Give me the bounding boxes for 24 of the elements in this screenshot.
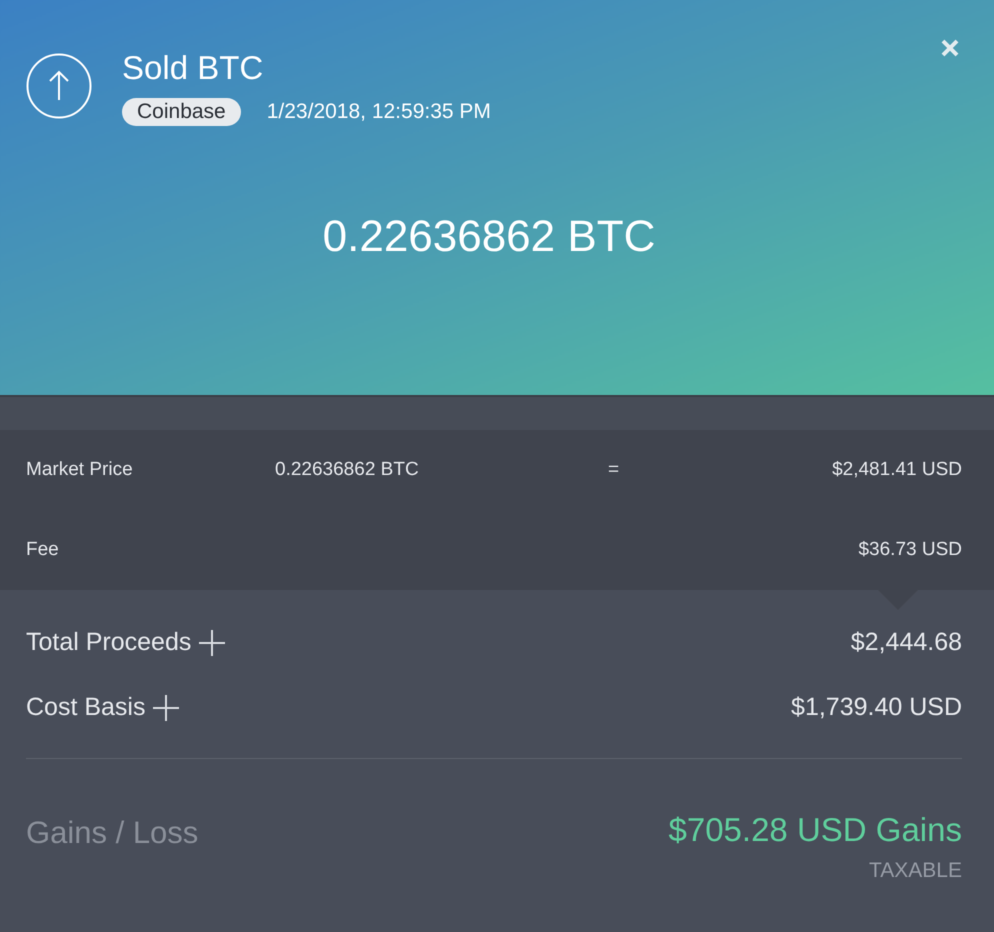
close-icon bbox=[940, 38, 960, 58]
summary-label: Total Proceeds bbox=[26, 628, 192, 657]
detail-quantity: 0.22636862 BTC bbox=[275, 459, 420, 481]
expand-button[interactable] bbox=[153, 694, 180, 720]
equals-sign: = bbox=[608, 459, 620, 481]
plus-icon bbox=[199, 630, 226, 656]
summary-value: $2,444.68 bbox=[850, 628, 962, 657]
expand-button[interactable] bbox=[199, 630, 226, 656]
close-button[interactable] bbox=[940, 38, 960, 58]
detail-value: $2,481.41 USD bbox=[832, 459, 962, 481]
result-label: Gains / Loss bbox=[26, 815, 198, 852]
transaction-amount: 0.22636862 BTC bbox=[322, 212, 656, 262]
transaction-title: Sold BTC bbox=[122, 48, 264, 88]
taxable-tag: TAXABLE bbox=[869, 859, 962, 883]
detail-label: Fee bbox=[26, 539, 60, 561]
summary-label: Cost Basis bbox=[26, 693, 146, 722]
summary-value: $1,739.40 USD bbox=[791, 693, 962, 722]
plus-icon bbox=[153, 694, 180, 720]
exchange-badge: Coinbase bbox=[122, 98, 241, 126]
detail-label: Market Price bbox=[26, 459, 134, 481]
detail-value: $36.73 USD bbox=[858, 539, 962, 561]
gains-value: $705.28 USD Gains bbox=[668, 811, 962, 849]
timestamp: 1/23/2018, 12:59:35 PM bbox=[266, 100, 491, 124]
up-arrow-circle-icon bbox=[26, 53, 92, 119]
